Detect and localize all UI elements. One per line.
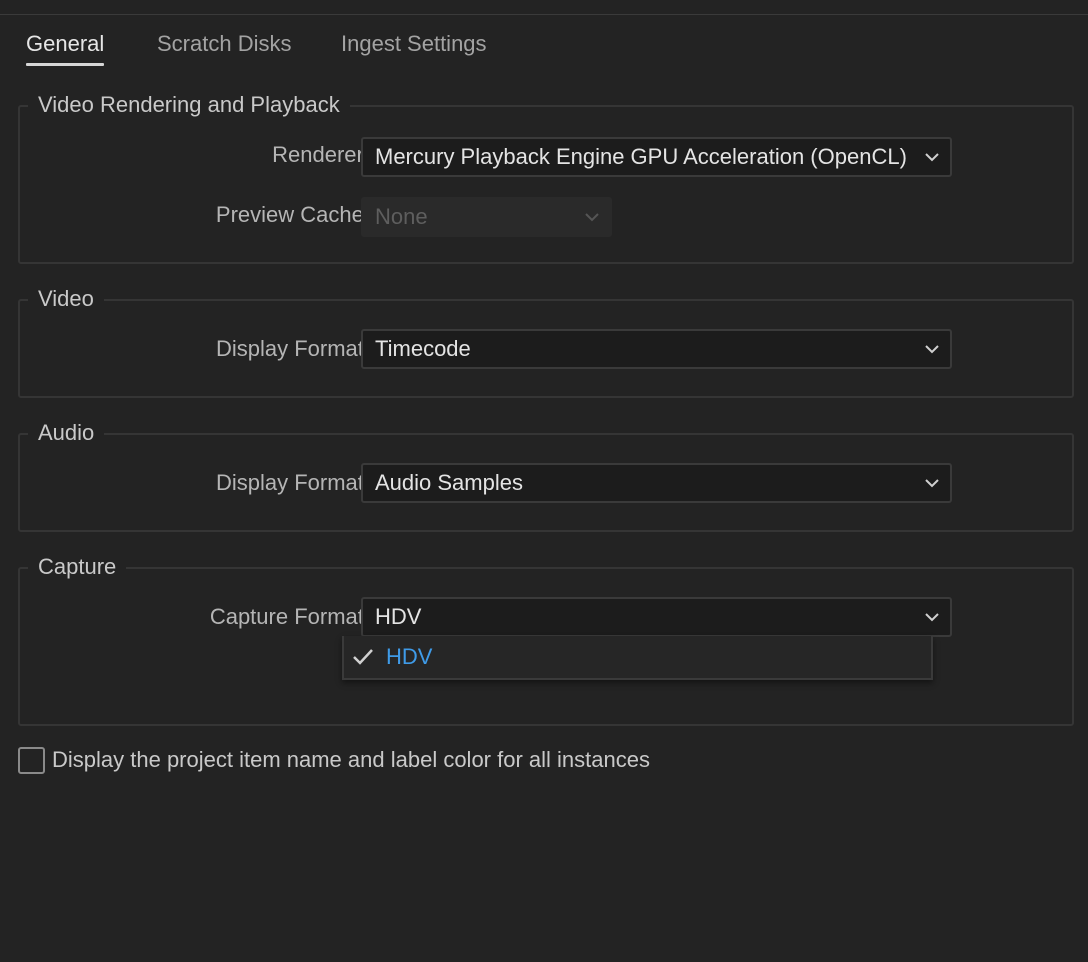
display-label-checkbox-label[interactable]: Display the project item name and label … [52, 745, 650, 775]
tab-scratch-disks[interactable]: Scratch Disks [157, 28, 291, 60]
chevron-down-icon [585, 213, 599, 222]
renderer-select[interactable]: Mercury Playback Engine GPU Acceleration… [361, 137, 952, 177]
chevron-down-icon [925, 345, 939, 354]
capture-format-select[interactable]: HDV [361, 597, 952, 637]
preview-cache-value: None [375, 204, 428, 229]
chevron-down-icon [925, 613, 939, 622]
top-divider [0, 14, 1088, 15]
tab-ingest-settings[interactable]: Ingest Settings [341, 28, 487, 60]
group-video: Video Display Format: Timecode [18, 284, 1074, 398]
checkmark-icon [353, 649, 373, 665]
chevron-down-icon [925, 479, 939, 488]
group-legend: Video Rendering and Playback [28, 90, 350, 120]
tab-general[interactable]: General [26, 28, 105, 66]
dropdown-option-label: HDV [386, 644, 433, 669]
group-audio: Audio Display Format: Audio Samples [18, 418, 1074, 532]
group-legend: Video [28, 284, 104, 314]
video-display-format-label: Display Format: [215, 336, 370, 361]
audio-display-format-select[interactable]: Audio Samples [361, 463, 952, 503]
renderer-value: Mercury Playback Engine GPU Acceleration… [375, 144, 907, 169]
video-display-format-select[interactable]: Timecode [361, 329, 952, 369]
preview-cache-select: None [361, 197, 612, 237]
audio-display-format-value: Audio Samples [375, 470, 523, 495]
capture-format-dropdown: HDV [342, 636, 933, 680]
capture-format-label: Capture Format: [209, 604, 370, 629]
display-label-checkbox[interactable] [18, 747, 45, 774]
preview-cache-label: Preview Cache: [215, 202, 370, 227]
group-legend: Audio [28, 418, 105, 448]
video-display-format-value: Timecode [375, 336, 471, 361]
group-legend: Capture [28, 552, 127, 582]
capture-format-value: HDV [375, 604, 422, 629]
dropdown-option-hdv[interactable]: HDV [344, 636, 931, 678]
chevron-down-icon [925, 153, 939, 162]
audio-display-format-label: Display Format: [215, 470, 370, 495]
renderer-label: Renderer: [272, 142, 370, 167]
group-video-rendering: Video Rendering and Playback Renderer: M… [18, 90, 1074, 264]
